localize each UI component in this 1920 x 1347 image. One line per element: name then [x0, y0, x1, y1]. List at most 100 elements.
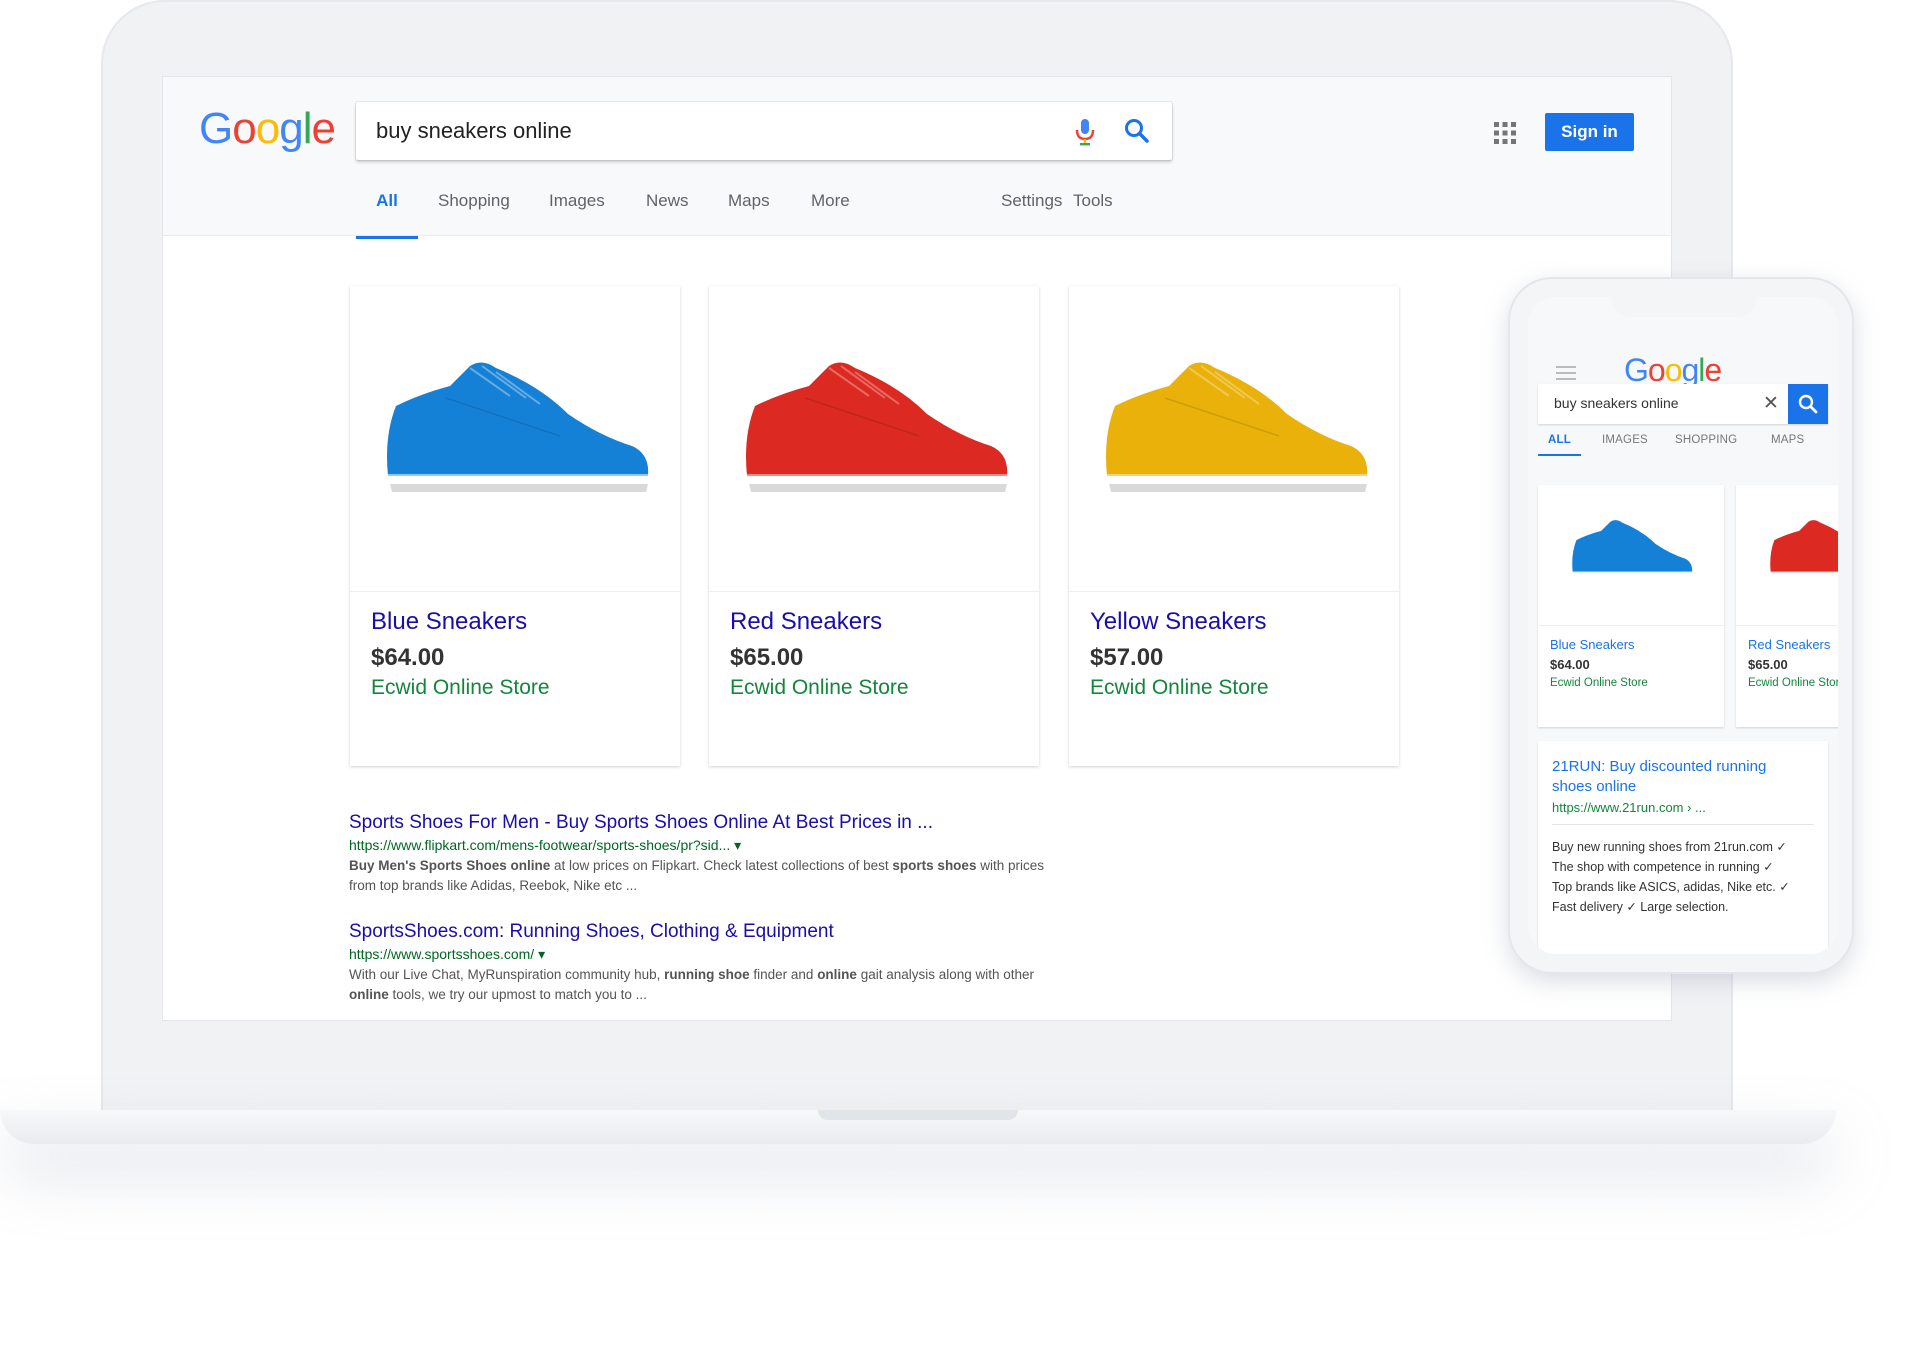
logo-letter: G: [199, 104, 233, 153]
mobile-search-box[interactable]: buy sneakers online ✕: [1538, 384, 1828, 424]
product-store: Ecwid Online Store: [1748, 677, 1838, 689]
tab-shopping[interactable]: Shopping: [438, 187, 510, 236]
microphone-icon[interactable]: [1074, 117, 1096, 147]
magnifier-icon: [1798, 394, 1818, 414]
snippet-text: running shoe: [664, 967, 750, 982]
sneaker-blue-image: [1571, 520, 1694, 580]
product-title[interactable]: Blue Sneakers: [371, 608, 527, 636]
serp-header: Google buy sneakers online Sign in All S…: [163, 77, 1671, 239]
product-image[interactable]: [350, 286, 680, 592]
result-snippet: With our Live Chat, MyRunspiration commu…: [349, 965, 1069, 1005]
tab-more[interactable]: More: [811, 187, 850, 236]
product-store: Ecwid Online Store: [730, 676, 909, 699]
tab-all[interactable]: All: [356, 187, 418, 239]
product-title[interactable]: Yellow Sneakers: [1090, 608, 1267, 636]
snippet-text: With our Live Chat, MyRunspiration commu…: [349, 967, 665, 982]
product-image[interactable]: [1069, 286, 1399, 592]
product-title[interactable]: Red Sneakers: [730, 608, 882, 636]
snippet-line: The shop with competence in running ✓: [1552, 860, 1774, 874]
mobile-search-tabs: ALL IMAGES SHOPPING MAPS: [1538, 430, 1828, 460]
mobile-product-card[interactable]: Red Sneakers $65.00 Ecwid Online Store: [1736, 485, 1838, 727]
sneaker-red-image: [743, 362, 1011, 492]
laptop-base: [0, 1110, 1836, 1144]
snippet-text: finder and: [749, 967, 818, 982]
product-title[interactable]: Red Sneakers: [1748, 637, 1830, 652]
product-store: Ecwid Online Store: [1550, 677, 1648, 689]
result-url[interactable]: https://www.21run.com › ...: [1552, 800, 1706, 815]
result-title-link[interactable]: 21RUN: Buy discounted running shoes onli…: [1552, 757, 1802, 797]
sneaker-blue-image: [384, 362, 652, 492]
logo-letter: o: [255, 104, 281, 153]
phone-notch: [1612, 297, 1756, 317]
tab-images[interactable]: Images: [549, 187, 605, 236]
result-url[interactable]: https://www.sportsshoes.com/ ▾: [349, 946, 1069, 963]
result-url-text: https://www.flipkart.com/mens-footwear/s…: [349, 837, 731, 853]
snippet-line: Top brands like ASICS, adidas, Nike etc.…: [1552, 880, 1790, 894]
magnifier-icon[interactable]: [1124, 118, 1150, 144]
dropdown-arrow-icon[interactable]: ▾: [734, 837, 741, 853]
result-snippet: Buy Men's Sports Shoes online at low pri…: [349, 856, 1069, 896]
mobile-search-button[interactable]: [1788, 384, 1828, 424]
snippet-text: at low prices on Flipkart. Check latest …: [550, 858, 893, 873]
search-result: Sports Shoes For Men - Buy Sports Shoes …: [349, 812, 1069, 896]
product-card[interactable]: Red Sneakers $65.00 Ecwid Online Store: [709, 286, 1039, 766]
logo-letter: o: [1647, 352, 1666, 388]
desktop-serp: Google buy sneakers online Sign in All S…: [163, 77, 1671, 1020]
clear-icon[interactable]: ✕: [1763, 392, 1779, 415]
google-logo[interactable]: Google: [199, 104, 336, 154]
tab-maps[interactable]: Maps: [728, 187, 770, 236]
hamburger-menu-icon[interactable]: [1556, 365, 1576, 381]
product-price: $65.00: [1748, 657, 1788, 672]
tab-all[interactable]: ALL: [1538, 434, 1581, 456]
product-store: Ecwid Online Store: [1090, 676, 1269, 699]
product-image[interactable]: [1538, 485, 1724, 626]
tab-news[interactable]: News: [646, 187, 689, 236]
sneaker-yellow-image: [1103, 362, 1371, 492]
result-url[interactable]: https://www.flipkart.com/mens-footwear/s…: [349, 837, 1069, 854]
snippet-text: online: [817, 967, 857, 982]
product-image[interactable]: [1736, 485, 1838, 626]
logo-letter: l: [302, 104, 313, 153]
mobile-serp: Google buy sneakers online ✕ ALL IMAGES …: [1528, 297, 1838, 954]
product-price: $64.00: [1550, 657, 1590, 672]
product-price: $57.00: [1090, 644, 1164, 671]
product-image[interactable]: [709, 286, 1039, 592]
search-box[interactable]: buy sneakers online: [356, 102, 1172, 160]
product-card[interactable]: Blue Sneakers $64.00 Ecwid Online Store: [350, 286, 680, 766]
tab-settings[interactable]: Settings: [1001, 187, 1062, 236]
search-input[interactable]: buy sneakers online: [376, 118, 572, 144]
snippet-text: Buy Men's: [349, 858, 420, 873]
result-url-text: https://www.sportsshoes.com/: [349, 946, 535, 962]
snippet-line: Buy new running shoes from 21run.com ✓: [1552, 840, 1787, 854]
snippet-text: sports shoes: [892, 858, 977, 873]
tab-maps[interactable]: MAPS: [1771, 434, 1804, 446]
sign-in-button[interactable]: Sign in: [1545, 113, 1634, 151]
dropdown-arrow-icon[interactable]: ▾: [538, 946, 545, 962]
divider: [1552, 824, 1814, 825]
logo-letter: g: [279, 104, 304, 153]
mobile-search-result: 21RUN: Buy discounted running shoes onli…: [1538, 741, 1828, 954]
result-snippet: Buy new running shoes from 21run.com ✓ T…: [1552, 837, 1790, 917]
logo-letter: o: [1664, 352, 1683, 388]
phone-frame: Google buy sneakers online ✕ ALL IMAGES …: [1508, 277, 1854, 974]
snippet-text: tools, we try our upmost to match you to…: [388, 987, 647, 1002]
snippet-text: Sports Shoes online: [419, 858, 551, 873]
product-card[interactable]: Yellow Sneakers $57.00 Ecwid Online Stor…: [1069, 286, 1399, 766]
mobile-search-input[interactable]: buy sneakers online: [1554, 395, 1679, 411]
logo-letter: e: [311, 104, 336, 153]
logo-letter: o: [232, 104, 257, 153]
tab-shopping[interactable]: SHOPPING: [1675, 434, 1737, 446]
snippet-text: online: [349, 987, 389, 1002]
product-title[interactable]: Blue Sneakers: [1550, 637, 1635, 652]
result-title-link[interactable]: Sports Shoes For Men - Buy Sports Shoes …: [349, 812, 1069, 834]
mobile-product-card[interactable]: Blue Sneakers $64.00 Ecwid Online Store: [1538, 485, 1724, 727]
logo-letter: G: [1624, 352, 1649, 388]
grid-apps-icon[interactable]: [1494, 122, 1516, 144]
product-store: Ecwid Online Store: [371, 676, 550, 699]
tab-images[interactable]: IMAGES: [1602, 434, 1648, 446]
logo-letter: g: [1681, 352, 1699, 388]
result-title-link[interactable]: SportsShoes.com: Running Shoes, Clothing…: [349, 921, 1069, 943]
tab-tools[interactable]: Tools: [1073, 187, 1113, 236]
logo-letter: e: [1704, 352, 1722, 388]
sneaker-red-image: [1769, 520, 1838, 580]
